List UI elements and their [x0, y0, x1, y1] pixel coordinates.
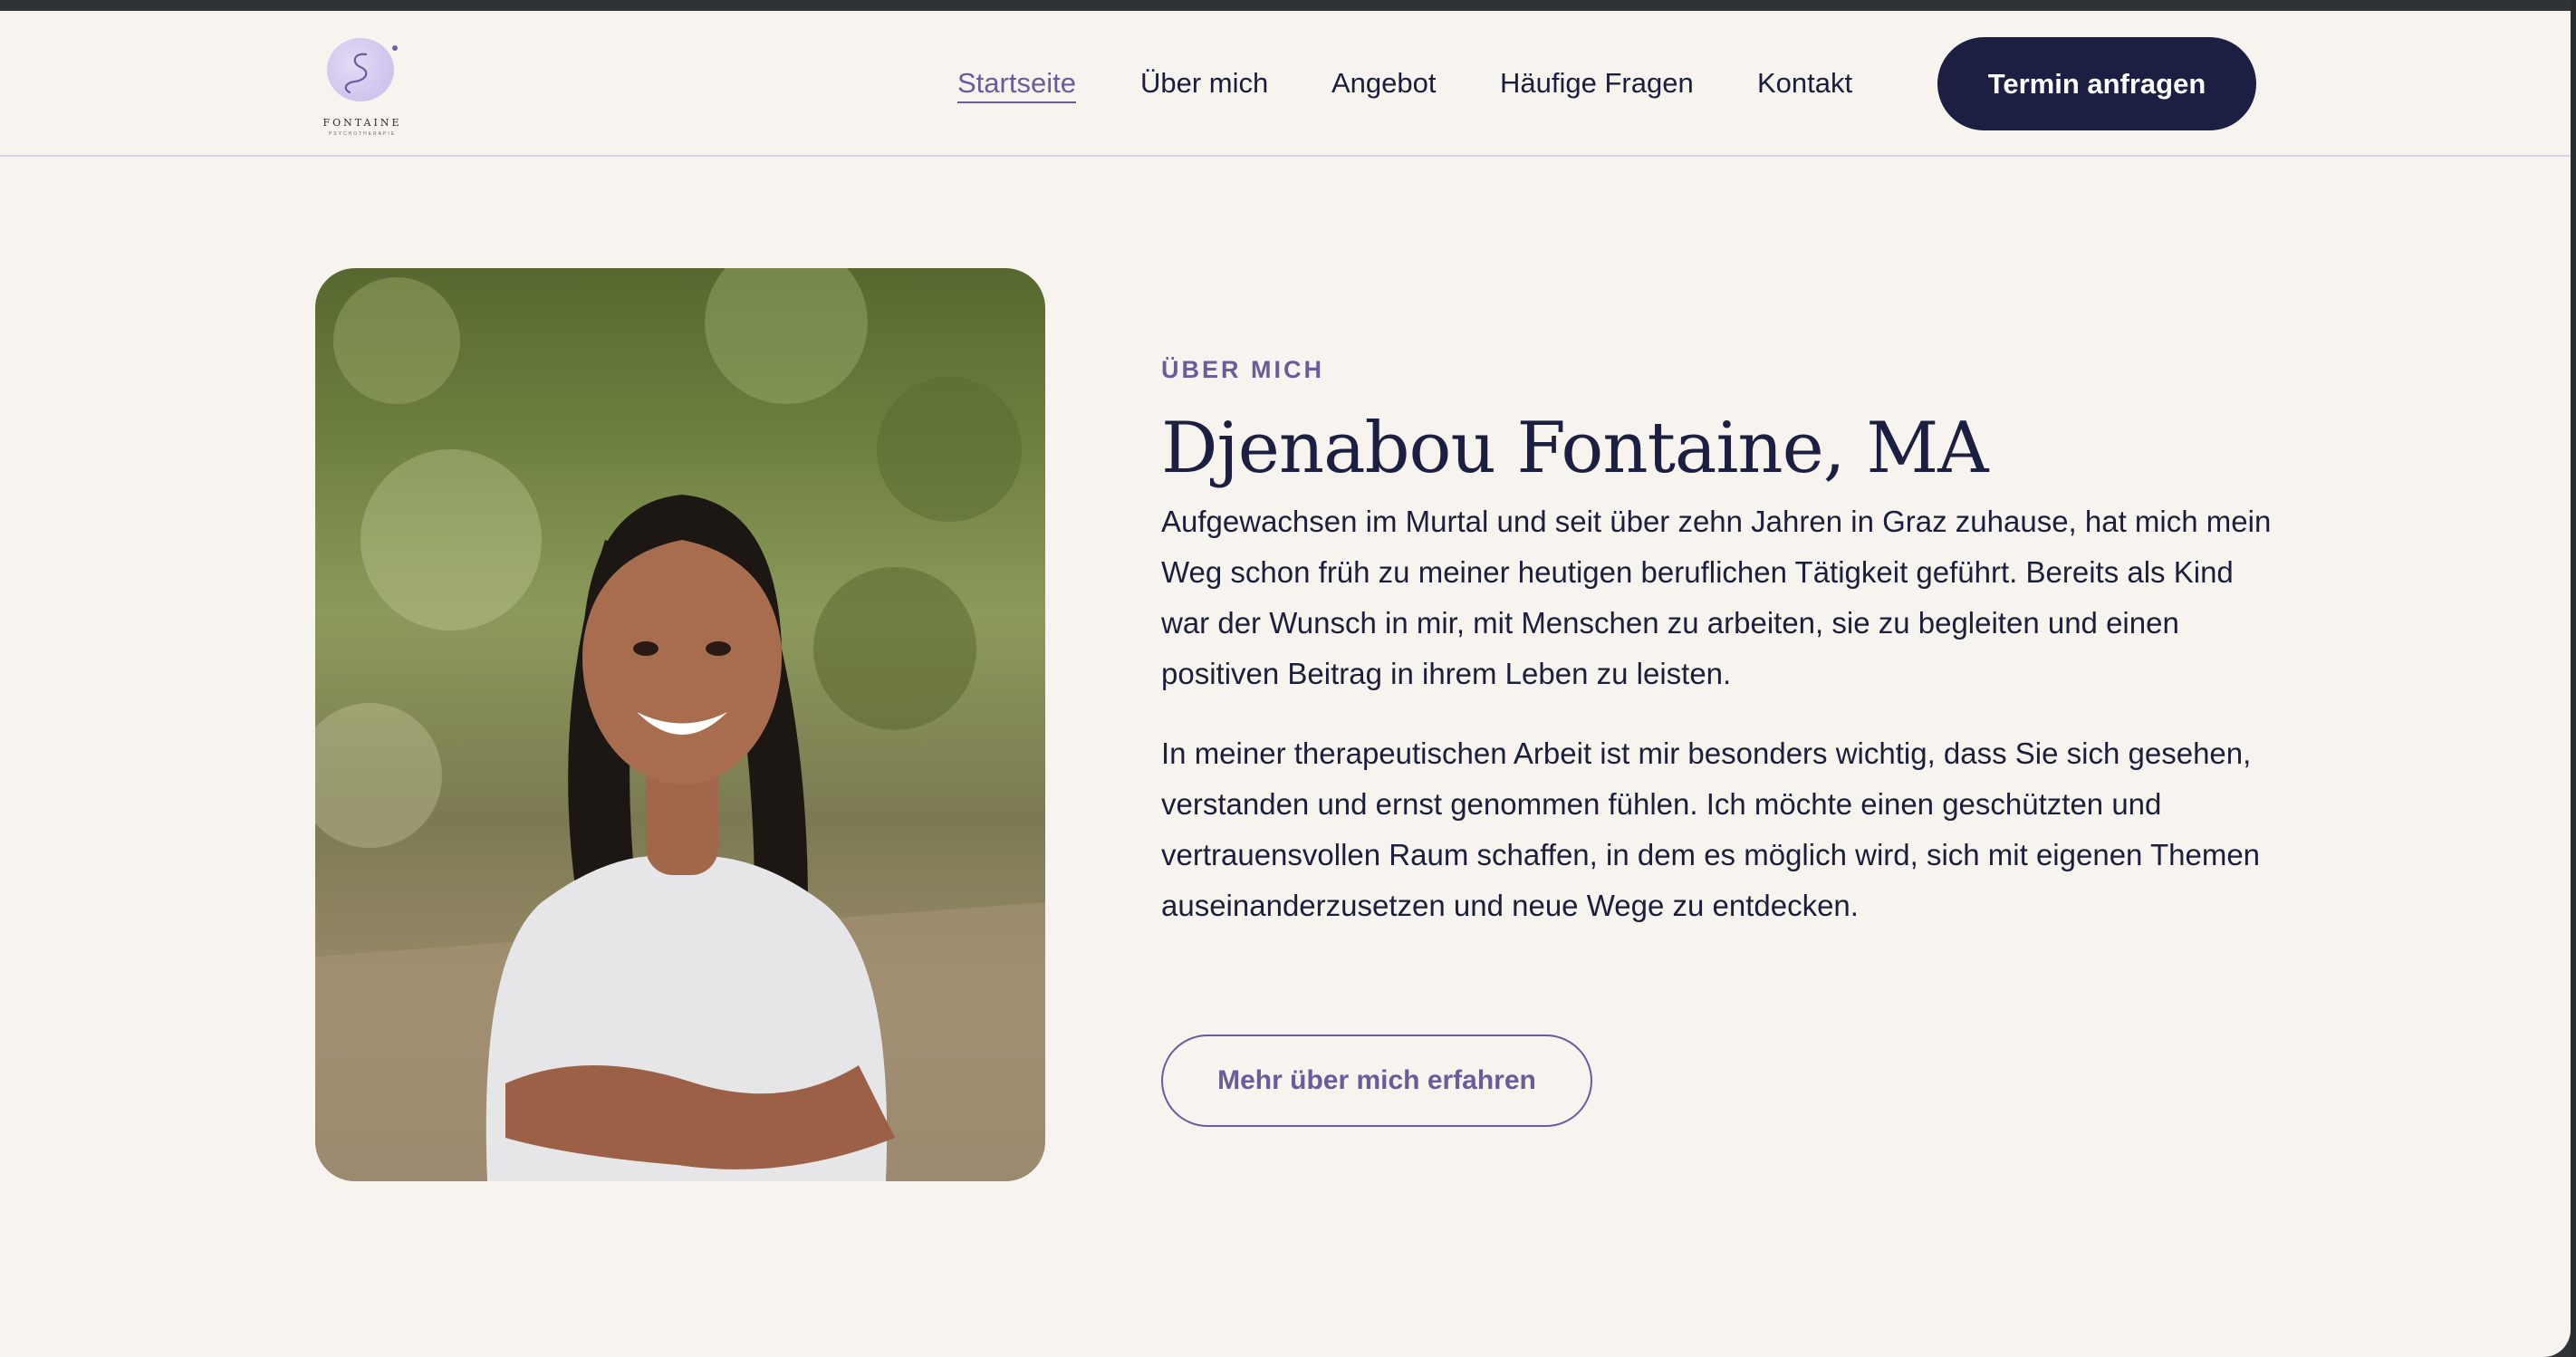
nav-startseite[interactable]: Startseite	[957, 67, 1076, 103]
browser-page: FONTAINE PSYCHOTHERAPIE Startseite Über …	[0, 11, 2571, 1357]
nav-ueber-mich[interactable]: Über mich	[1140, 67, 1268, 100]
about-paragraph-2: In meiner therapeutischen Arbeit ist mir…	[1161, 736, 2261, 922]
nav-kontakt[interactable]: Kontakt	[1757, 67, 1852, 100]
portrait-photo	[315, 268, 1045, 1181]
site-header: FONTAINE PSYCHOTHERAPIE Startseite Über …	[0, 11, 2571, 157]
nav-haeufige-fragen[interactable]: Häufige Fragen	[1500, 67, 1694, 100]
logo-tagline: PSYCHOTHERAPIE	[328, 131, 397, 137]
about-paragraph-1: Aufgewachsen im Murtal und seit über zeh…	[1161, 505, 2272, 690]
logo[interactable]: FONTAINE PSYCHOTHERAPIE	[315, 25, 409, 141]
logo-dot-icon	[392, 45, 398, 51]
mehr-ueber-mich-button[interactable]: Mehr über mich erfahren	[1161, 1035, 1592, 1127]
page-title: Djenabou Fontaine, MA	[1161, 408, 1989, 489]
window-edge	[2571, 0, 2576, 1357]
logo-wordmark: FONTAINE	[322, 117, 402, 129]
termin-anfragen-button[interactable]: Termin anfragen	[1937, 37, 2256, 130]
section-eyebrow: ÜBER MICH	[1161, 356, 1324, 383]
portrait-illustration	[315, 268, 1045, 1181]
nav-angebot[interactable]: Angebot	[1331, 67, 1437, 100]
logo-swirl-icon	[344, 53, 368, 94]
